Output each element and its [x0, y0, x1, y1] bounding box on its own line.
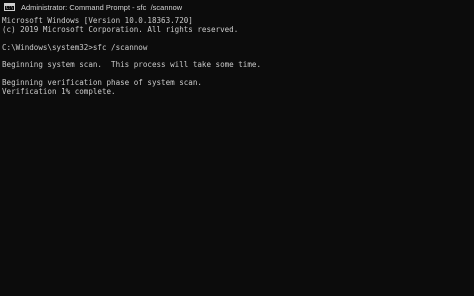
command-prompt-icon: C:\ [4, 3, 15, 11]
command-prompt-window: C:\ Administrator: Command Prompt - sfc … [0, 0, 474, 296]
console-output[interactable]: Microsoft Windows [Version 10.0.18363.72… [0, 16, 474, 296]
icon-glyph: C:\ [6, 5, 14, 10]
console-line: Verification 1% complete. [2, 87, 116, 97]
window-title: Administrator: Command Prompt - sfc /sca… [21, 2, 183, 12]
title-bar[interactable]: C:\ Administrator: Command Prompt - sfc … [0, 0, 474, 14]
console-line: Beginning system scan. This process will… [2, 60, 261, 70]
console-line: C:\Windows\system32>sfc /scannow [2, 42, 148, 52]
console-line: (c) 2019 Microsoft Corporation. All righ… [2, 24, 239, 34]
